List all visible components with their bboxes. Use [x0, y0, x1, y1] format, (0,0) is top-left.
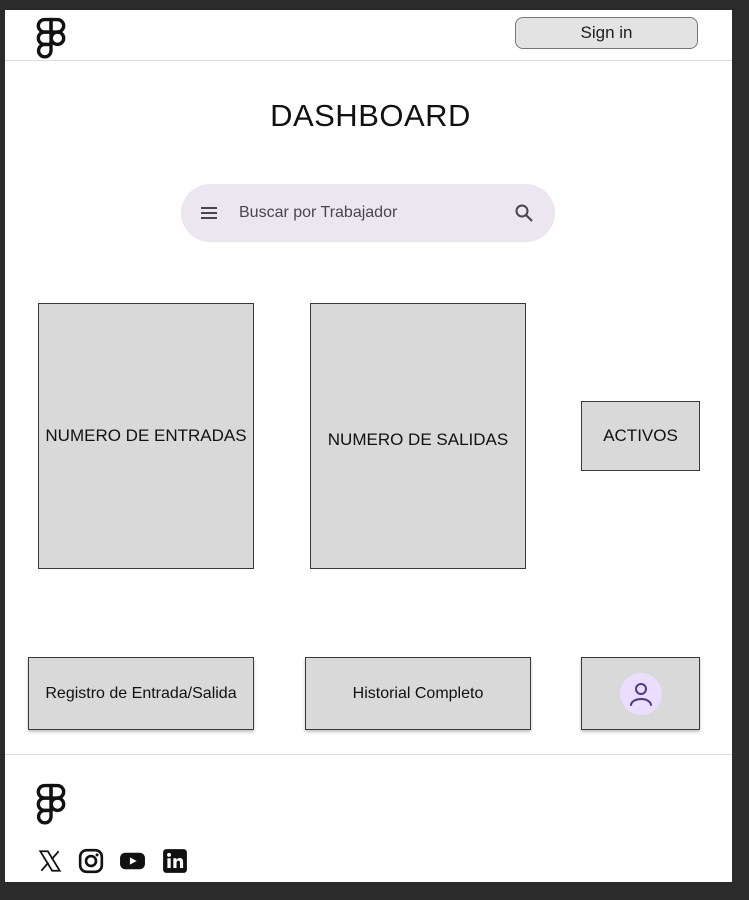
registro-button[interactable]: Registro de Entrada/Salida: [28, 657, 254, 730]
entradas-card[interactable]: NUMERO DE ENTRADAS: [38, 303, 254, 569]
avatar: [619, 672, 662, 715]
search-bar[interactable]: Buscar por Trabajador: [181, 184, 555, 242]
hamburger-menu-icon[interactable]: [199, 203, 219, 223]
profile-button[interactable]: [581, 657, 700, 730]
figma-logo-icon[interactable]: [35, 17, 67, 61]
page-frame: Sign in DASHBOARD Buscar por Trabajador …: [5, 10, 732, 882]
salidas-label: NUMERO DE SALIDAS: [327, 430, 509, 449]
historial-button[interactable]: Historial Completo: [305, 657, 531, 730]
registro-label: Registro de Entrada/Salida: [45, 684, 237, 702]
search-icon[interactable]: [514, 203, 534, 223]
search-input[interactable]: Buscar por Trabajador: [239, 184, 397, 242]
header: Sign in: [5, 10, 732, 61]
youtube-icon[interactable]: [119, 848, 146, 874]
activos-card[interactable]: ACTIVOS: [581, 401, 700, 471]
salidas-card[interactable]: NUMERO DE SALIDAS: [310, 303, 526, 569]
footer: [5, 754, 732, 883]
linkedin-icon[interactable]: [162, 848, 188, 874]
sign-in-button[interactable]: Sign in: [515, 17, 698, 49]
x-twitter-icon[interactable]: [37, 848, 63, 874]
historial-label: Historial Completo: [352, 684, 484, 702]
instagram-icon[interactable]: [78, 848, 104, 874]
user-avatar-icon: [629, 682, 652, 706]
activos-label: ACTIVOS: [603, 426, 678, 445]
figma-logo-icon[interactable]: [35, 783, 67, 827]
page-title: DASHBOARD: [270, 98, 471, 133]
entradas-label: NUMERO DE ENTRADAS: [45, 426, 247, 445]
